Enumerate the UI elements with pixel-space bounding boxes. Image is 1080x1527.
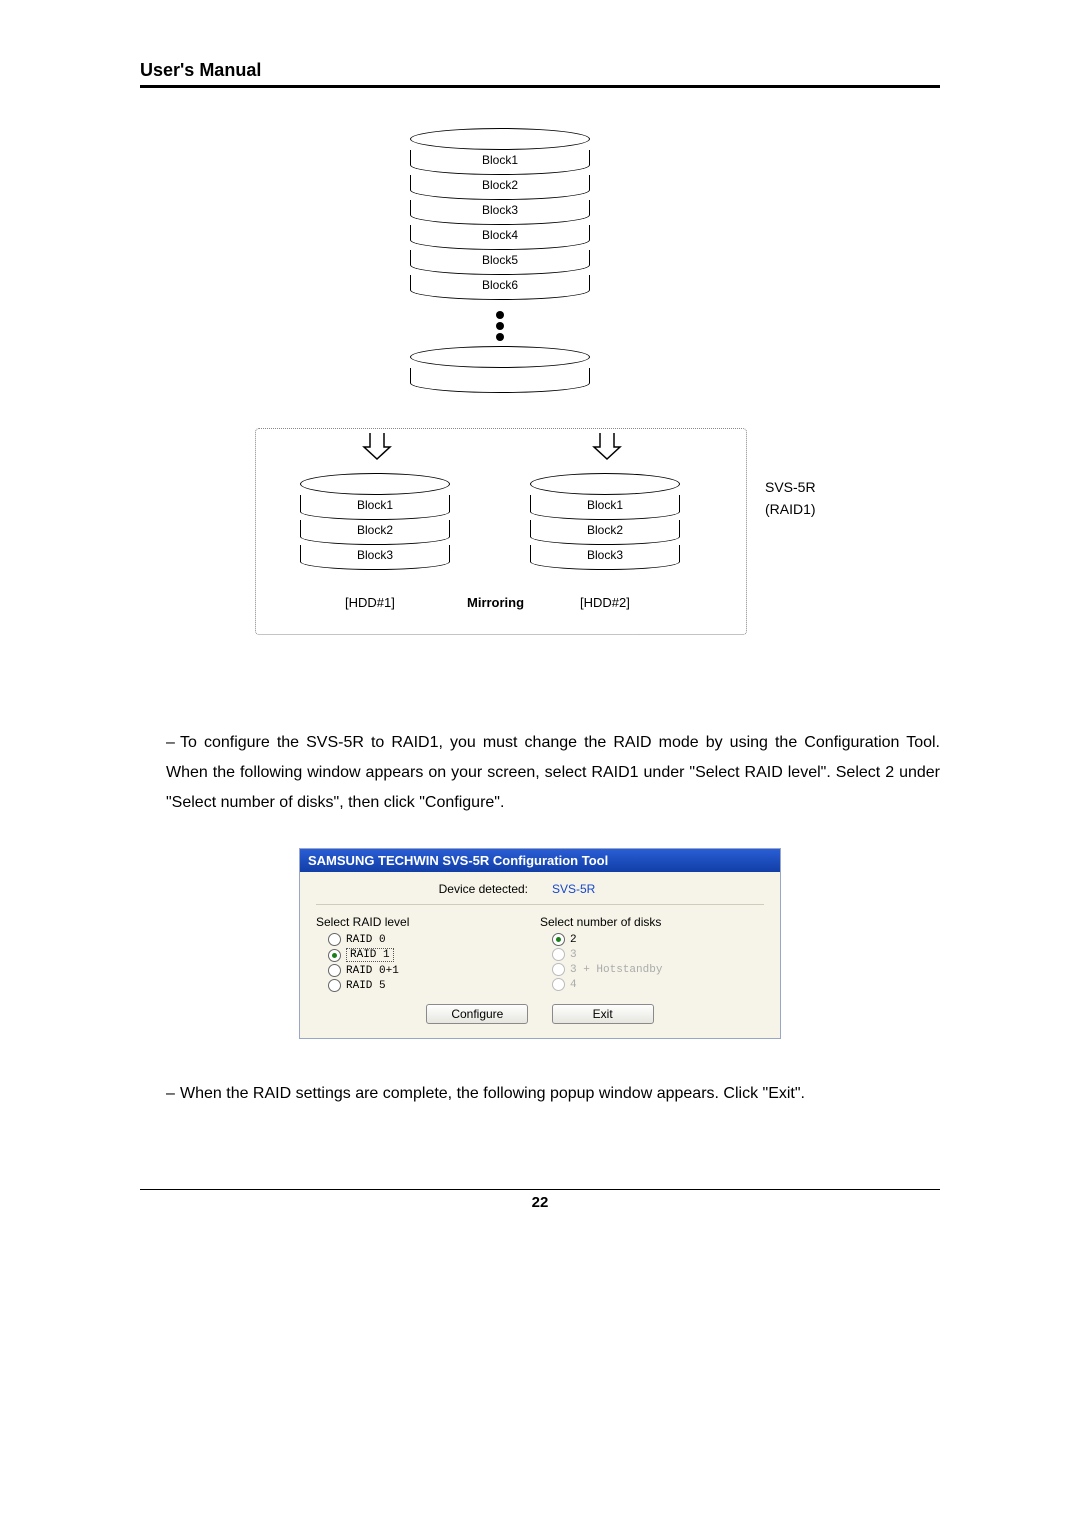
radio-label: RAID 5 — [346, 980, 386, 992]
footer-rule — [140, 1189, 940, 1190]
block-row: Block1 — [300, 495, 450, 520]
disks-option-2[interactable]: 2 — [552, 933, 764, 946]
mirroring-label: Mirroring — [467, 595, 524, 610]
side-label: SVS-5R (RAID1) — [765, 476, 816, 520]
num-disks-group: Select number of disks 2 3 3 + Hotstandb… — [540, 915, 764, 994]
block-row: Block1 — [530, 495, 680, 520]
block-row: Block6 — [410, 275, 590, 300]
exit-button[interactable]: Exit — [552, 1004, 654, 1024]
cylinder-top — [410, 128, 590, 150]
dialog-body: Device detected: SVS-5R Select RAID leve… — [300, 872, 780, 1038]
radio-label: RAID 0 — [346, 934, 386, 946]
paragraph-configure-instructions: –To configure the SVS-5R to RAID1, you m… — [140, 728, 940, 818]
radio-label: 4 — [570, 979, 577, 991]
cylinder-top — [530, 473, 680, 495]
dialog-titlebar: SAMSUNG TECHWIN SVS-5R Configuration Too… — [300, 849, 780, 872]
hdd2-label: [HDD#2] — [580, 595, 630, 610]
raid-option-0plus1[interactable]: RAID 0+1 — [328, 964, 540, 977]
device-detected-label: Device detected: — [316, 882, 540, 896]
raid-level-title: Select RAID level — [316, 915, 540, 929]
page-footer: 22 — [140, 1189, 940, 1212]
paragraph-text: To configure the SVS-5R to RAID1, you mu… — [166, 734, 940, 811]
block-row: Block5 — [410, 250, 590, 275]
paragraph-exit-instructions: –When the RAID settings are complete, th… — [140, 1079, 940, 1109]
block-row: Block2 — [530, 520, 680, 545]
block-row: Block3 — [410, 200, 590, 225]
radio-label: 3 — [570, 949, 577, 961]
raid-option-0[interactable]: RAID 0 — [328, 933, 540, 946]
cylinder-top — [300, 473, 450, 495]
arrow-down-icon — [362, 431, 392, 461]
block-row-empty — [410, 368, 590, 393]
raid-option-1[interactable]: RAID 1 — [328, 948, 540, 962]
page-header: User's Manual — [140, 60, 940, 81]
side-label-line1: SVS-5R — [765, 479, 816, 495]
radio-icon — [552, 948, 565, 961]
source-cylinder-bottom — [410, 346, 590, 393]
device-detected-row: Device detected: SVS-5R — [316, 882, 764, 905]
block-row: Block1 — [410, 150, 590, 175]
hdd2-cylinder: Block1 Block2 Block3 — [530, 473, 680, 570]
block-row: Block2 — [410, 175, 590, 200]
cylinder-top — [410, 346, 590, 368]
radio-icon — [328, 964, 341, 977]
disks-option-3hot: 3 + Hotstandby — [552, 963, 764, 976]
side-label-line2: (RAID1) — [765, 501, 816, 517]
radio-icon — [552, 933, 565, 946]
paragraph-text: When the RAID settings are complete, the… — [180, 1085, 805, 1102]
radio-label: 3 + Hotstandby — [570, 964, 662, 976]
arrow-down-icon — [592, 431, 622, 461]
device-detected-value: SVS-5R — [540, 882, 764, 896]
radio-label: RAID 0+1 — [346, 965, 399, 977]
disks-option-3: 3 — [552, 948, 764, 961]
raid-diagram: Block1 Block2 Block3 Block4 Block5 Block… — [190, 128, 890, 688]
config-tool-dialog: SAMSUNG TECHWIN SVS-5R Configuration Too… — [299, 848, 781, 1039]
configure-button[interactable]: Configure — [426, 1004, 528, 1024]
block-row: Block3 — [300, 545, 450, 570]
radio-icon — [328, 979, 341, 992]
radio-icon — [328, 933, 341, 946]
source-cylinder: Block1 Block2 Block3 Block4 Block5 Block… — [410, 128, 590, 300]
header-rule — [140, 85, 940, 88]
radio-label: RAID 1 — [346, 948, 394, 962]
block-row: Block3 — [530, 545, 680, 570]
radio-icon — [328, 949, 341, 962]
num-disks-title: Select number of disks — [540, 915, 764, 929]
page-number: 22 — [532, 1194, 549, 1211]
ellipsis-dots — [490, 308, 510, 344]
radio-icon — [552, 963, 565, 976]
disks-option-4: 4 — [552, 978, 764, 991]
hdd1-label: [HDD#1] — [345, 595, 395, 610]
raid-level-group: Select RAID level RAID 0 RAID 1 RAID 0+1 — [316, 915, 540, 994]
hdd1-cylinder: Block1 Block2 Block3 — [300, 473, 450, 570]
block-row: Block4 — [410, 225, 590, 250]
radio-label: 2 — [570, 934, 577, 946]
radio-icon — [552, 978, 565, 991]
block-row: Block2 — [300, 520, 450, 545]
raid-option-5[interactable]: RAID 5 — [328, 979, 540, 992]
